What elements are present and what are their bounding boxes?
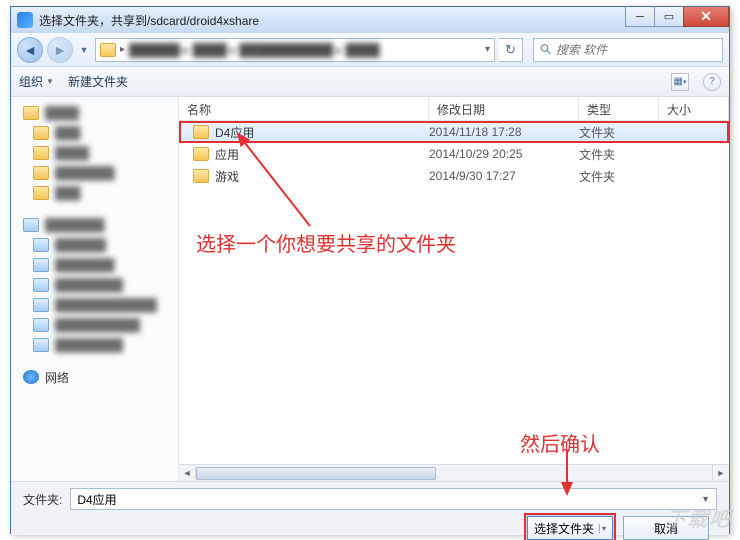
folder-name-value: D4应用 xyxy=(77,491,116,508)
sidebar-item[interactable]: ███████ xyxy=(11,255,178,275)
window-title: 选择文件夹，共享到/sdcard/droid4xshare xyxy=(39,12,259,29)
sidebar-item[interactable]: ████████ xyxy=(11,335,178,355)
col-date[interactable]: 修改日期 xyxy=(429,97,579,120)
sidebar-item[interactable]: ██████ xyxy=(11,235,178,255)
organize-menu[interactable]: 组织▼ xyxy=(19,73,54,90)
address-bar[interactable]: ▸ ██████ ▸ ████ ▸ ███████████ ▸ ████ ▾ xyxy=(95,38,495,62)
scroll-right-icon[interactable]: ► xyxy=(712,465,729,481)
close-button[interactable]: ✕ xyxy=(683,7,729,27)
horizontal-scrollbar[interactable]: ◄ ► xyxy=(179,464,729,481)
table-row[interactable]: 应用 2014/10/29 20:25文件夹 xyxy=(179,143,729,165)
nav-row: ◄ ► ▼ ▸ ██████ ▸ ████ ▸ ███████████ ▸ ██… xyxy=(11,33,729,67)
col-name[interactable]: 名称 xyxy=(179,97,429,120)
search-box[interactable] xyxy=(533,38,723,62)
table-row[interactable]: 游戏 2014/9/30 17:27文件夹 xyxy=(179,165,729,187)
maximize-button[interactable]: ▭ xyxy=(654,7,684,27)
sidebar-item[interactable]: ████████ xyxy=(11,275,178,295)
file-type: 文件夹 xyxy=(579,146,659,163)
toolbar: 组织▼ 新建文件夹 ▦▾ ? xyxy=(11,67,729,97)
file-type: 文件夹 xyxy=(579,168,659,185)
refresh-button[interactable]: ↻ xyxy=(499,38,523,62)
scroll-thumb[interactable] xyxy=(196,467,436,480)
column-headers[interactable]: 名称 修改日期 类型 大小 xyxy=(179,97,729,121)
back-button[interactable]: ◄ xyxy=(17,37,43,63)
file-date: 2014/10/29 20:25 xyxy=(429,147,579,161)
folder-label: 文件夹: xyxy=(23,491,62,508)
minimize-button[interactable]: ─ xyxy=(625,7,655,27)
sidebar-group[interactable]: ████ xyxy=(11,103,178,123)
app-icon xyxy=(17,12,33,28)
folder-icon xyxy=(193,169,209,183)
file-date: 2014/11/18 17:28 xyxy=(429,125,579,139)
table-row[interactable]: D4应用 2014/11/18 17:28文件夹 xyxy=(179,121,729,143)
folder-icon xyxy=(100,43,116,57)
sidebar-group[interactable]: ███████ xyxy=(11,215,178,235)
search-icon xyxy=(540,43,552,56)
file-pane: 名称 修改日期 类型 大小 D4应用2014/11/18 17:28文件夹应用2… xyxy=(179,97,729,481)
file-date: 2014/9/30 17:27 xyxy=(429,169,579,183)
sidebar: ████ ███ ████ ███████ ███ ███████ ██████… xyxy=(11,97,179,481)
sidebar-item[interactable]: ██████████ xyxy=(11,315,178,335)
forward-button[interactable]: ► xyxy=(47,37,73,63)
sidebar-item[interactable]: ████████████ xyxy=(11,295,178,315)
folder-icon xyxy=(193,147,209,161)
sidebar-item[interactable]: ████ xyxy=(11,143,178,163)
search-input[interactable] xyxy=(556,43,716,57)
history-dropdown[interactable]: ▼ xyxy=(77,37,91,63)
help-button[interactable]: ? xyxy=(703,73,721,91)
view-button[interactable]: ▦▾ xyxy=(671,73,689,91)
new-folder-button[interactable]: 新建文件夹 xyxy=(68,73,128,90)
scroll-left-icon[interactable]: ◄ xyxy=(179,465,196,481)
sidebar-item[interactable]: ███ xyxy=(11,183,178,203)
file-name: 应用 xyxy=(215,146,239,163)
file-type: 文件夹 xyxy=(579,124,659,141)
watermark: 下载吧 xyxy=(664,503,734,532)
file-list[interactable]: D4应用2014/11/18 17:28文件夹应用2014/10/29 20:2… xyxy=(179,121,729,464)
dialog-window: 选择文件夹，共享到/sdcard/droid4xshare ─ ▭ ✕ ◄ ► … xyxy=(10,6,730,534)
bottom-panel: 文件夹: D4应用 ▼ 选择文件夹│▾ 取消 xyxy=(11,481,729,535)
folder-name-combo[interactable]: D4应用 ▼ xyxy=(70,488,717,510)
sidebar-item[interactable]: ███ xyxy=(11,123,178,143)
col-size[interactable]: 大小 xyxy=(659,97,729,120)
folder-icon xyxy=(193,125,209,139)
file-name: D4应用 xyxy=(215,124,254,141)
select-folder-button[interactable]: 选择文件夹│▾ xyxy=(527,516,613,540)
titlebar: 选择文件夹，共享到/sdcard/droid4xshare ─ ▭ ✕ xyxy=(11,7,729,33)
sidebar-network[interactable]: 网络 xyxy=(11,367,178,387)
file-name: 游戏 xyxy=(215,168,239,185)
col-type[interactable]: 类型 xyxy=(579,97,659,120)
sidebar-item[interactable]: ███████ xyxy=(11,163,178,183)
